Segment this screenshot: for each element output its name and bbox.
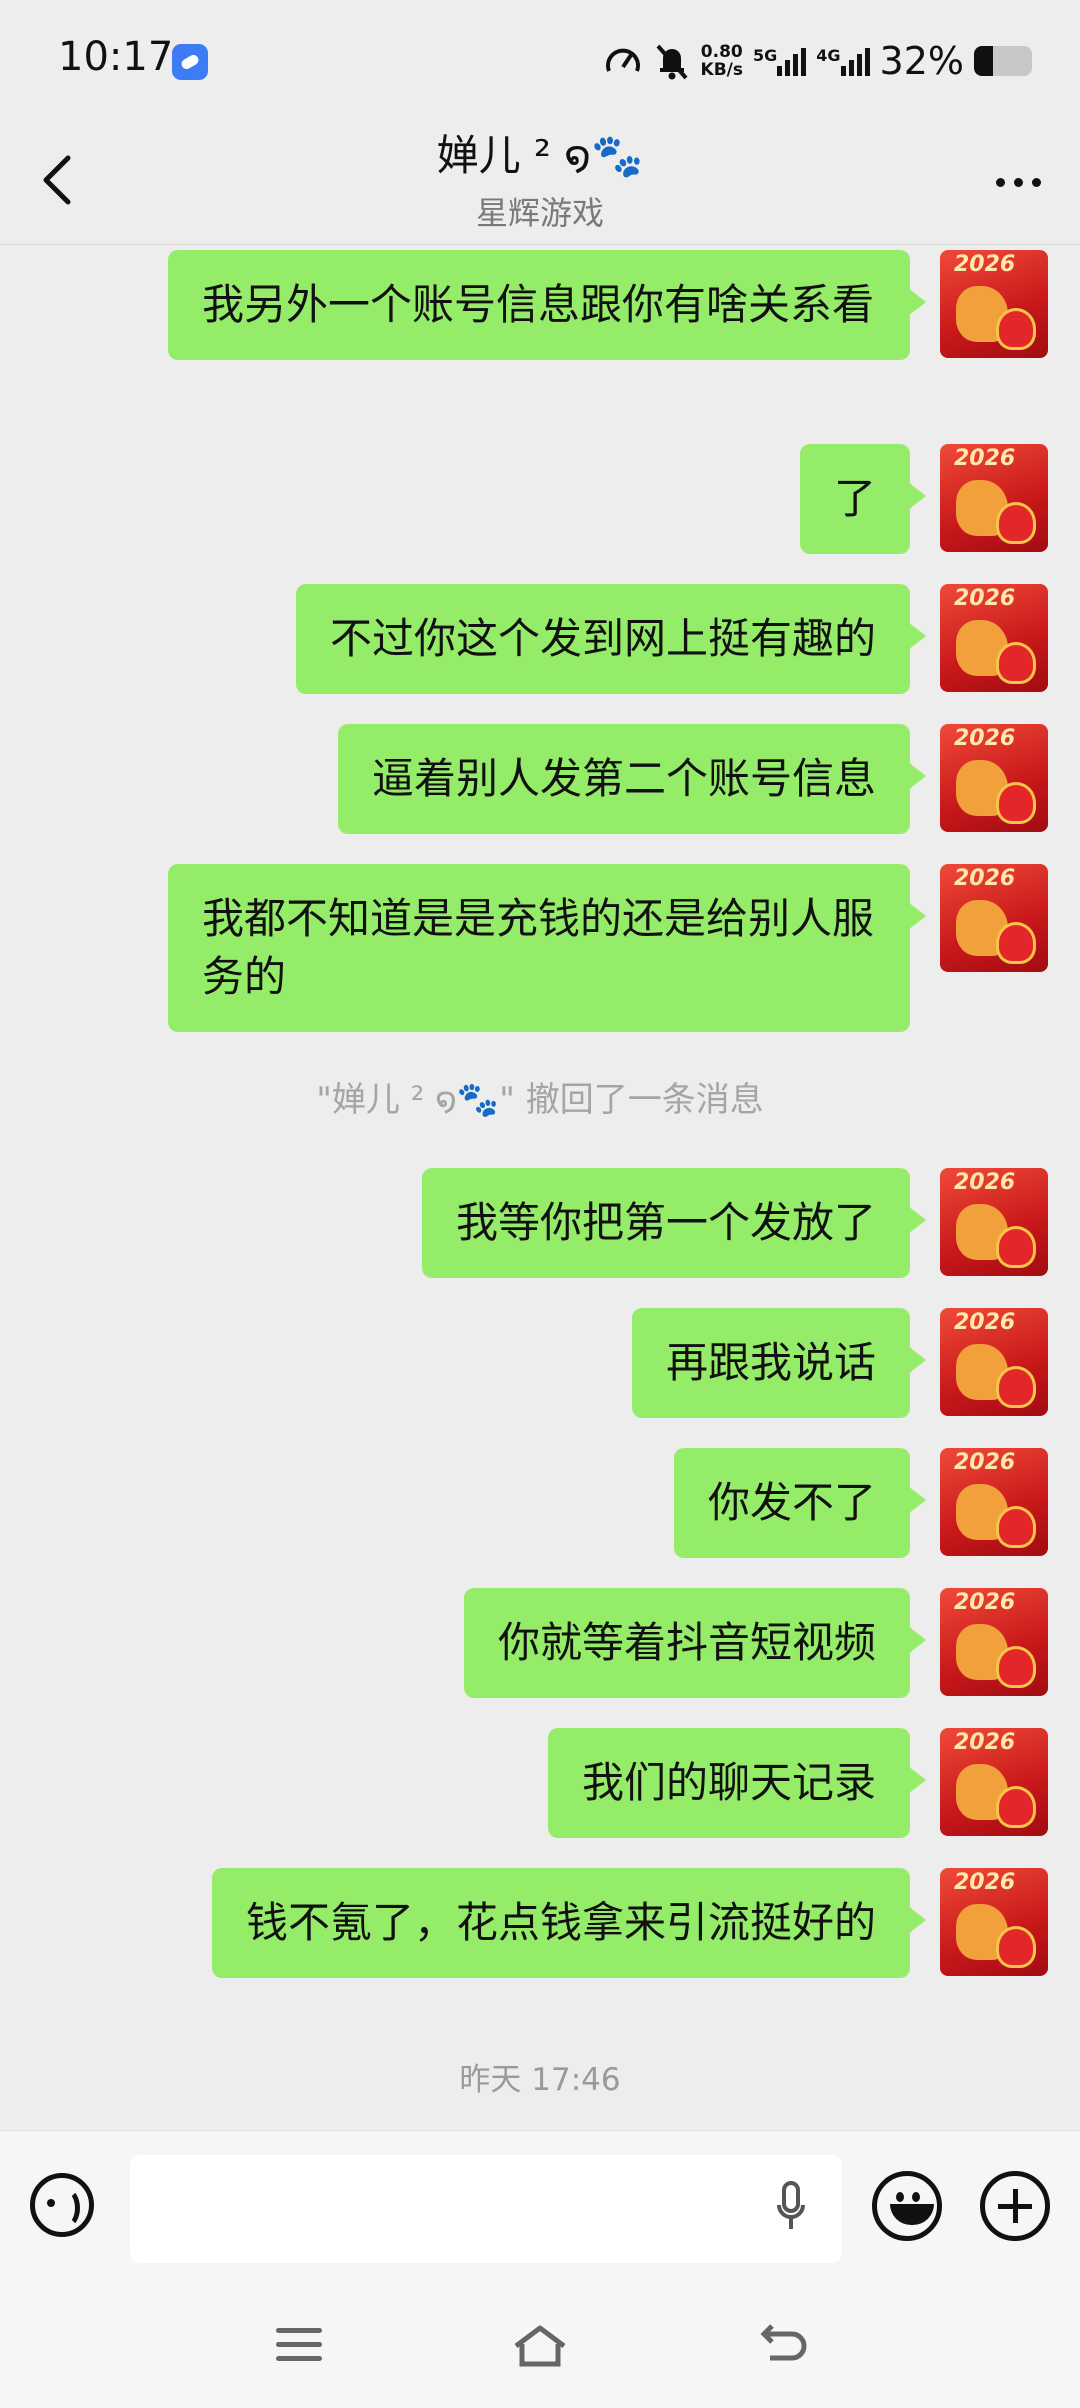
message-row: 我都不知道是是充钱的还是给别人服务的 2026	[168, 864, 1048, 1032]
net-speed-unit: KB/s	[700, 60, 743, 80]
avatar-year-text: 2026	[954, 726, 1016, 751]
app-notification-icon	[172, 44, 208, 80]
back-nav-icon[interactable]	[752, 2322, 812, 2372]
avatar-year-text: 2026	[954, 252, 1016, 277]
avatar-year-text: 2026	[954, 1450, 1016, 1475]
network-type-5g: 5G	[753, 46, 778, 65]
message-row: 你发不了 2026	[673, 1448, 1048, 1558]
message-bubble[interactable]: 你就等着抖音短视频	[463, 1588, 927, 1698]
message-row: 我们的聊天记录 2026	[547, 1728, 1048, 1838]
chat-subtitle: 星辉游戏	[475, 194, 604, 232]
avatar[interactable]: 2026	[940, 1448, 1048, 1556]
more-actions-plus-icon[interactable]	[980, 2171, 1050, 2241]
recall-notice: "婵儿 ² ໑🐾" 撤回了一条消息	[316, 1080, 764, 1120]
avatar[interactable]: 2026	[940, 1308, 1048, 1416]
avatar[interactable]: 2026	[940, 584, 1048, 692]
mute-bell-icon	[656, 44, 688, 80]
message-bubble[interactable]: 我都不知道是是充钱的还是给别人服务的	[168, 864, 926, 1032]
message-input[interactable]	[130, 2155, 842, 2263]
avatar[interactable]: 2026	[940, 1868, 1048, 1976]
microphone-icon[interactable]	[776, 2179, 806, 2239]
status-icons: 0.80 KB/s 5G 4G 32%	[603, 36, 1032, 86]
net-speed: 0.80 KB/s	[701, 43, 743, 79]
message-bubble[interactable]: 钱不氪了，花点钱拿来引流挺好的	[211, 1868, 927, 1978]
message-bubble[interactable]: 再跟我说话	[631, 1308, 927, 1418]
recent-apps-menu-icon[interactable]	[270, 2322, 330, 2372]
avatar[interactable]: 2026	[940, 864, 1048, 972]
message-row: 逼着别人发第二个账号信息 2026	[337, 724, 1048, 834]
battery-fill	[974, 46, 993, 76]
home-icon[interactable]	[510, 2322, 570, 2372]
avatar-year-text: 2026	[954, 446, 1016, 471]
message-row: 我另外一个账号信息跟你有啥关系看 2026	[168, 250, 1048, 360]
message-bubble[interactable]: 我另外一个账号信息跟你有啥关系看	[168, 250, 926, 360]
message-row: 你就等着抖音短视频 2026	[463, 1588, 1048, 1698]
chat-header: 婵儿 ² ໑🐾 星辉游戏	[0, 120, 1080, 245]
voice-toggle-icon[interactable]	[30, 2173, 94, 2237]
avatar-year-text: 2026	[954, 1310, 1016, 1335]
message-bubble[interactable]: 你发不了	[673, 1448, 927, 1558]
network-type-4g: 4G	[816, 46, 841, 65]
message-bubble[interactable]: 逼着别人发第二个账号信息	[337, 724, 927, 834]
more-options-icon[interactable]	[990, 170, 1046, 194]
message-row: 了 2026	[799, 444, 1048, 554]
message-bubble[interactable]: 不过你这个发到网上挺有趣的	[295, 584, 927, 694]
avatar[interactable]: 2026	[940, 1168, 1048, 1276]
message-bubble[interactable]: 我等你把第一个发放了	[421, 1168, 927, 1278]
battery-percent: 32%	[879, 39, 964, 83]
avatar-year-text: 2026	[954, 1870, 1016, 1895]
battery-icon	[974, 46, 1032, 76]
message-row: 我等你把第一个发放了 2026	[421, 1168, 1048, 1278]
avatar-year-text: 2026	[954, 1590, 1016, 1615]
avatar-year-text: 2026	[954, 1170, 1016, 1195]
signal-5g: 5G	[753, 46, 807, 76]
avatar-year-text: 2026	[954, 1730, 1016, 1755]
status-bar: 10:17 0.80 KB/s 5G 4G 32%	[0, 0, 1080, 120]
status-time: 10:17	[58, 34, 174, 80]
net-speed-value: 0.80	[700, 42, 743, 62]
avatar[interactable]: 2026	[940, 1588, 1048, 1696]
input-bar	[0, 2130, 1080, 2283]
signal-bars-icon	[840, 46, 870, 76]
message-row: 不过你这个发到网上挺有趣的 2026	[295, 584, 1048, 694]
avatar[interactable]: 2026	[940, 444, 1048, 552]
message-timestamp: 昨天 17:46	[459, 2062, 621, 2098]
signal-bars-icon	[777, 46, 807, 76]
speedometer-icon	[605, 48, 640, 72]
emoji-icon[interactable]	[872, 2171, 942, 2241]
avatar[interactable]: 2026	[940, 724, 1048, 832]
system-navigation-bar	[0, 2282, 1080, 2408]
signal-4g: 4G	[816, 46, 870, 76]
avatar-year-text: 2026	[954, 866, 1016, 891]
message-bubble[interactable]: 了	[799, 444, 927, 554]
message-row: 再跟我说话 2026	[631, 1308, 1048, 1418]
avatar-year-text: 2026	[954, 586, 1016, 611]
chat-title: 婵儿 ² ໑🐾	[436, 131, 644, 180]
avatar[interactable]: 2026	[940, 250, 1048, 358]
message-row: 钱不氪了，花点钱拿来引流挺好的 2026	[211, 1868, 1048, 1978]
avatar[interactable]: 2026	[940, 1728, 1048, 1836]
message-bubble[interactable]: 我们的聊天记录	[547, 1728, 927, 1838]
